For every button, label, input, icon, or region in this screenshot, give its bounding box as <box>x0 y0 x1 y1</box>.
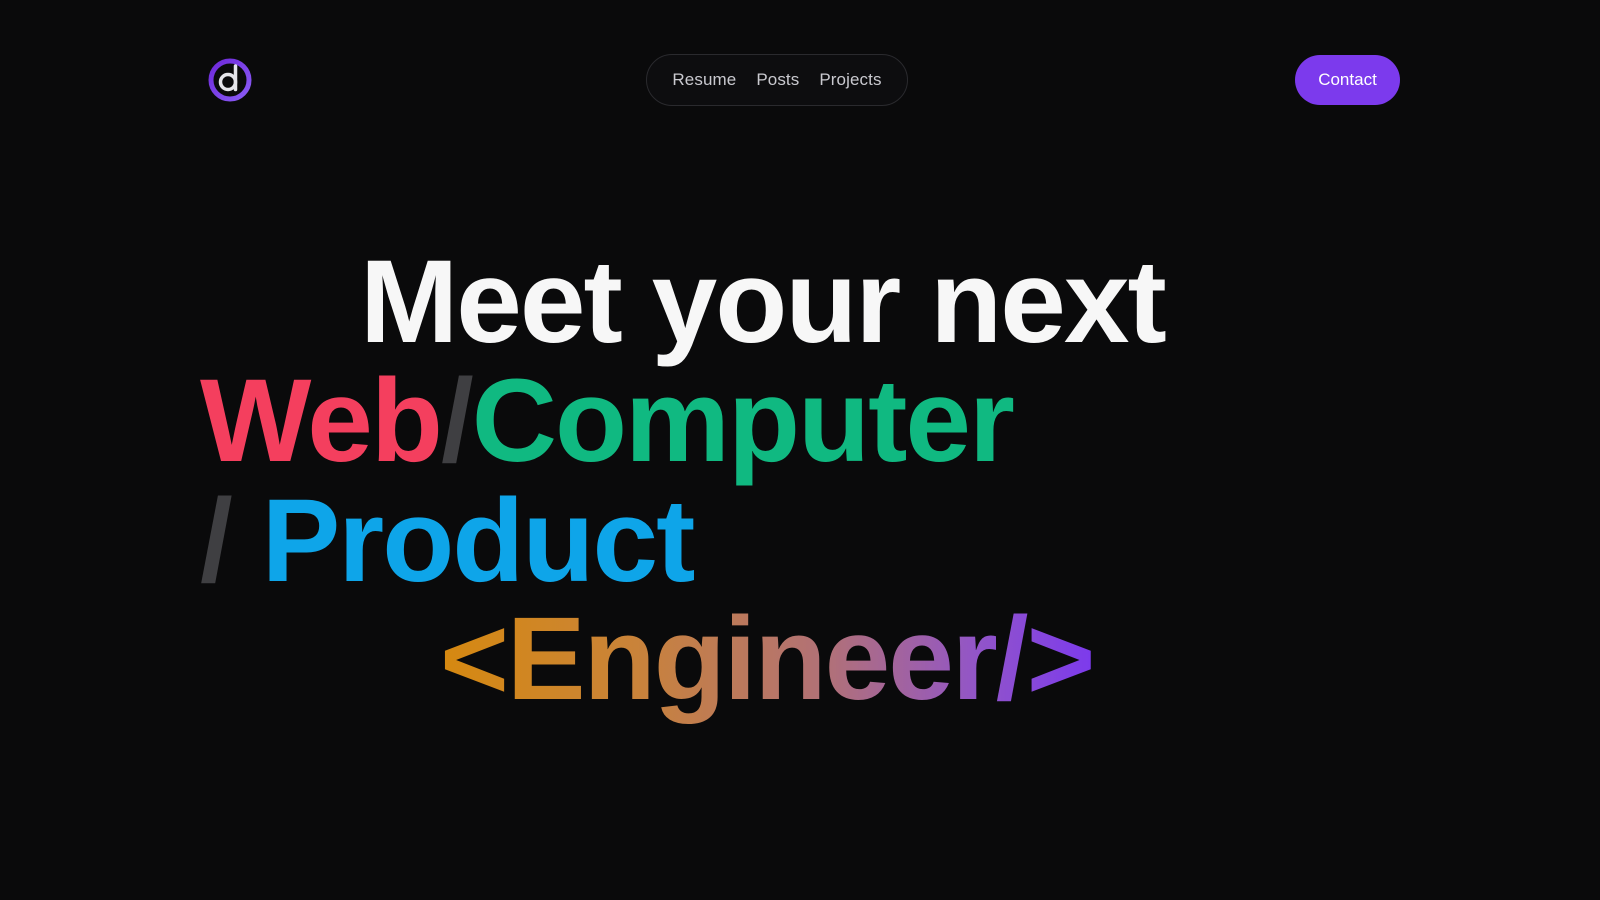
hero-word-computer: Computer <box>471 355 1015 487</box>
nav-link-resume[interactable]: Resume <box>672 70 736 90</box>
hero-word-engineer: <Engineer/> <box>440 593 1096 725</box>
contact-button[interactable]: Contact <box>1295 55 1400 105</box>
hero-word-product: Product <box>261 475 696 607</box>
hero-title-line-3: / Product <box>200 482 695 600</box>
hero-title-line-1: Meet your next <box>360 236 1167 368</box>
nav-link-posts[interactable]: Posts <box>756 70 799 90</box>
hero-title-line-4: <Engineer/> <box>440 600 1096 718</box>
hero-separator: / <box>200 475 262 607</box>
main-nav: Resume Posts Projects <box>646 54 908 106</box>
d-logo-icon <box>208 58 252 102</box>
page: Resume Posts Projects Contact Meet your … <box>0 0 1600 900</box>
hero-separator: / <box>440 355 474 487</box>
hero-title-line-2: Web/Computer <box>200 362 1015 480</box>
logo-link[interactable] <box>208 58 252 102</box>
hero-word-web: Web <box>200 355 443 487</box>
nav-link-projects[interactable]: Projects <box>819 70 881 90</box>
